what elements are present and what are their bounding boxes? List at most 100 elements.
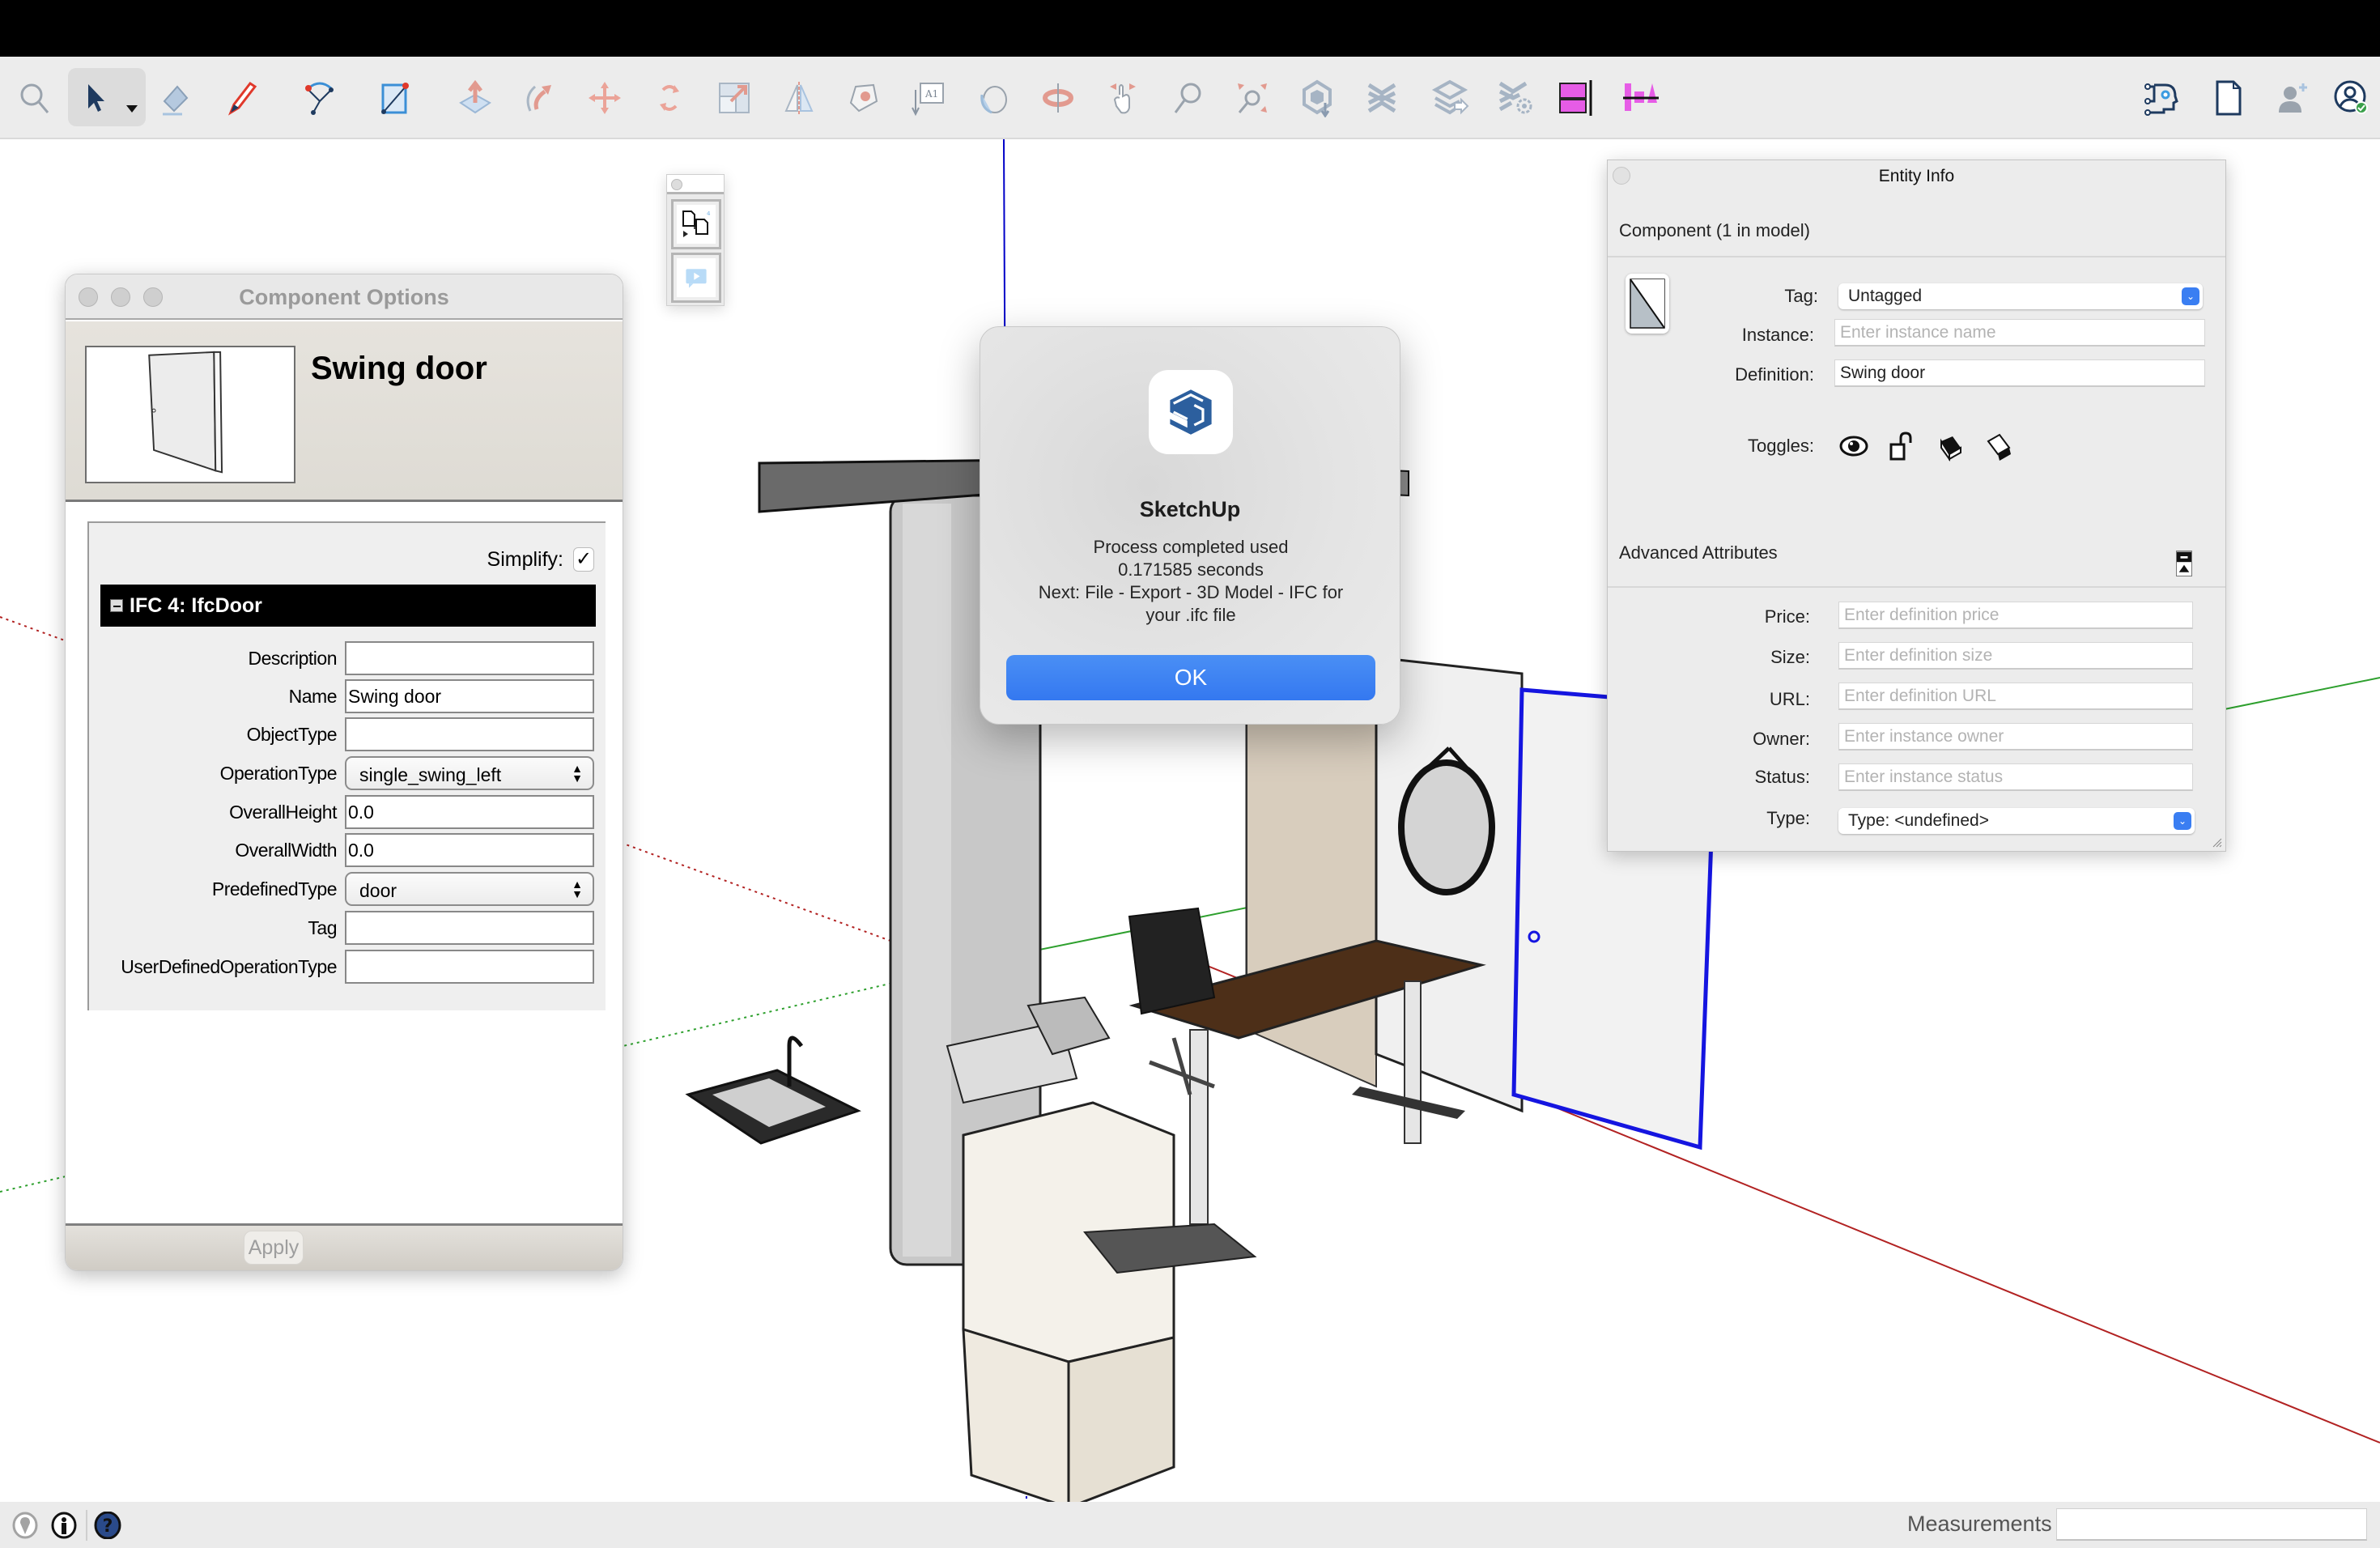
desk-leg xyxy=(1404,980,1422,1144)
ok-button[interactable]: OK xyxy=(1006,655,1375,700)
account-button[interactable] xyxy=(2328,74,2375,121)
round-mirror xyxy=(1398,759,1495,895)
objecttype-input[interactable] xyxy=(345,717,594,751)
rectangle-icon xyxy=(381,83,409,114)
tag-select[interactable]: Untagged ⌄ xyxy=(1838,283,2203,309)
owner-input[interactable] xyxy=(1838,723,2193,751)
resize-grip-icon[interactable] xyxy=(2211,836,2222,848)
ifc-play-button[interactable] xyxy=(671,253,721,303)
divider xyxy=(1608,256,2225,257)
ifc-field-name: Name xyxy=(89,679,607,715)
eraser-tool-button[interactable] xyxy=(154,74,201,121)
operationtype-select[interactable]: single_swing_left ▲ ▼ xyxy=(345,756,594,790)
receive-shadows-icon[interactable] xyxy=(1935,430,1967,462)
search-tool-button[interactable] xyxy=(11,74,58,121)
desk-leg xyxy=(1189,1029,1209,1225)
extension-warehouse-button[interactable] xyxy=(1358,74,1405,121)
offset-tool-button[interactable] xyxy=(840,74,887,121)
toolbar-header[interactable] xyxy=(667,175,724,194)
collapse-icon[interactable] xyxy=(110,599,123,612)
rectangle-tool-button[interactable] xyxy=(372,74,419,121)
svg-text:?: ? xyxy=(103,1516,113,1537)
help-icon[interactable]: ? xyxy=(94,1512,121,1539)
chevron-down-icon: ⌄ xyxy=(2174,812,2191,830)
description-input[interactable] xyxy=(345,641,594,675)
price-input[interactable] xyxy=(1838,602,2193,629)
push-pull-tool-button[interactable] xyxy=(452,74,499,121)
layer-export-button[interactable] xyxy=(1426,74,1473,121)
price-label: Price: xyxy=(1764,606,1810,627)
office-chair xyxy=(1128,907,1216,1015)
close-icon[interactable] xyxy=(671,179,682,190)
add-user-button[interactable] xyxy=(2270,74,2317,121)
follow-me-icon xyxy=(526,85,551,112)
simplify-checkbox[interactable]: ✓ xyxy=(573,547,594,572)
ifc-field-overallheight: OverallHeight xyxy=(89,795,607,831)
type-select[interactable]: Type: <undefined> ⌄ xyxy=(1838,808,2195,834)
name-input[interactable] xyxy=(345,679,594,713)
paint-bucket-tool-button[interactable] xyxy=(970,74,1017,121)
new-file-button[interactable] xyxy=(2205,74,2252,121)
ifc-properties-section: Simplify: ✓ IFC 4: IfcDoor Description N… xyxy=(87,521,606,1010)
flip-tool-button[interactable] xyxy=(776,74,822,121)
credits-info-icon[interactable] xyxy=(50,1512,78,1539)
message-line: your .ifc file xyxy=(1145,605,1236,625)
arc-icon xyxy=(305,82,334,115)
definition-name-input[interactable] xyxy=(1834,359,2205,387)
svg-text:4: 4 xyxy=(707,211,711,217)
tag-value: Untagged xyxy=(1848,287,1923,305)
scale-tool-button[interactable] xyxy=(711,74,758,121)
measurements-input[interactable] xyxy=(2056,1508,2367,1541)
status-bar: ? Measurements xyxy=(0,1502,2380,1548)
arc-tool-button[interactable] xyxy=(296,74,343,121)
instance-name-input[interactable] xyxy=(1834,319,2205,347)
userdefinedoperationtype-input[interactable] xyxy=(345,950,594,984)
url-label: URL: xyxy=(1769,689,1810,709)
flip-icon xyxy=(784,82,814,114)
ifc-convert-button[interactable]: 4 xyxy=(671,199,721,249)
magenta-align-icon xyxy=(1623,83,1659,111)
select-tool-button[interactable] xyxy=(68,68,146,126)
orbit-icon xyxy=(1043,83,1073,113)
chevron-down-icon[interactable] xyxy=(126,105,138,113)
orbit-tool-button[interactable] xyxy=(1035,74,1082,121)
overallheight-input[interactable] xyxy=(345,795,594,829)
component-options-titlebar[interactable]: Component Options xyxy=(66,274,623,320)
paint-bucket-icon xyxy=(980,86,1007,114)
url-input[interactable] xyxy=(1838,683,2193,710)
rotate-icon xyxy=(660,85,679,111)
toggles-label: Toggles: xyxy=(1748,436,1814,456)
overallwidth-input[interactable] xyxy=(345,833,594,867)
unlock-icon[interactable] xyxy=(1886,430,1919,462)
magenta-plugin-b-button[interactable] xyxy=(1617,74,1664,121)
geolocation-icon[interactable] xyxy=(11,1512,39,1539)
rotate-tool-button[interactable] xyxy=(646,74,693,121)
zoom-extents-tool-button[interactable] xyxy=(1229,74,1276,121)
move-tool-button[interactable] xyxy=(581,74,628,121)
apply-button[interactable]: Apply xyxy=(244,1231,304,1265)
extension-manager-button[interactable] xyxy=(1491,74,1538,121)
cast-shadows-icon[interactable] xyxy=(1983,430,2016,462)
field-label: OperationType xyxy=(219,763,338,784)
collapse-advanced-button[interactable] xyxy=(2176,551,2192,576)
add-user-icon xyxy=(2279,83,2307,113)
select-value: single_swing_left xyxy=(359,764,502,785)
ifc-section-header[interactable]: IFC 4: IfcDoor xyxy=(100,585,596,627)
zoom-tool-button[interactable] xyxy=(1164,74,1211,121)
size-input[interactable] xyxy=(1838,642,2193,670)
ai-assistant-button[interactable] xyxy=(2137,74,2184,121)
pan-tool-button[interactable] xyxy=(1099,74,1146,121)
divider xyxy=(1608,586,2225,588)
3d-warehouse-button[interactable] xyxy=(1294,74,1341,121)
predefinedtype-select[interactable]: door ▲ ▼ xyxy=(345,872,594,906)
ifc-field-overallwidth: OverallWidth xyxy=(89,833,607,869)
magenta-plugin-a-button[interactable] xyxy=(1553,74,1600,121)
ifc-field-tag: Tag xyxy=(89,911,607,946)
magnifier-icon xyxy=(20,83,49,113)
follow-me-tool-button[interactable] xyxy=(516,74,563,121)
text-tool-button[interactable]: A1 xyxy=(905,74,952,121)
status-input[interactable] xyxy=(1838,763,2193,791)
pencil-tool-button[interactable] xyxy=(219,74,266,121)
tag-input[interactable] xyxy=(345,911,594,945)
eye-icon[interactable] xyxy=(1838,430,1870,462)
